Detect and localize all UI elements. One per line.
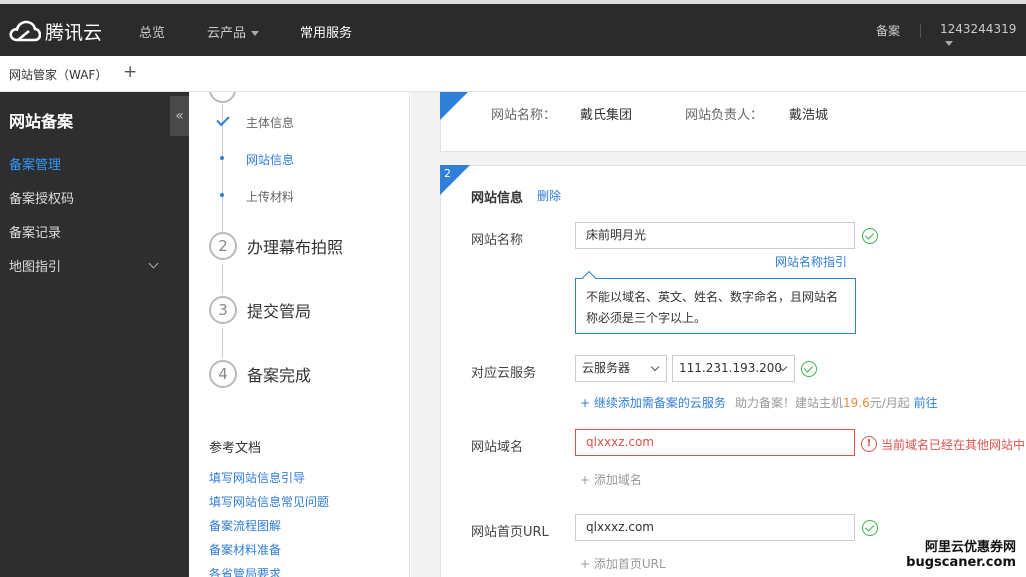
reference-docs-title: 参考文档	[209, 441, 262, 456]
substep-upload[interactable]: 上传材料	[246, 188, 294, 205]
step-number: 3	[209, 296, 237, 324]
step-submit: 3 提交管局	[209, 296, 311, 324]
account-id: 1243244319	[940, 22, 1017, 36]
check-circle-icon	[862, 520, 878, 536]
site-name-tooltip: 不能以域名、英文、姓名、数字命名，且网站名称必须是三个字以上。	[575, 270, 856, 334]
check-icon	[216, 112, 230, 127]
section-number: 2	[444, 167, 451, 180]
site-name-input[interactable]: 床前明月光	[575, 222, 855, 249]
add-cloud-service-link[interactable]: + 继续添加需备案的云服务	[580, 394, 726, 411]
sidebar: 网站备案 « 备案管理 备案授权码 备案记录 地图指引	[0, 92, 189, 577]
caret-down-icon	[251, 31, 260, 36]
watermark-line1: 阿里云优惠券网	[924, 540, 1016, 555]
main-content: 网站名称： 戴氏集团 网站负责人： 戴浩城 2 网站信息 删除 网站名称 床前明…	[411, 92, 1026, 577]
beian-link[interactable]: 备案	[876, 22, 900, 39]
chevron-down-icon[interactable]	[148, 258, 159, 269]
step-line	[222, 328, 223, 358]
section-corner	[440, 92, 470, 120]
check-circle-icon	[801, 361, 817, 377]
site-name-field-label: 网站名称	[471, 233, 524, 248]
step-label: 办理幕布拍照	[247, 238, 344, 257]
promo-go-link[interactable]: 前往	[914, 396, 938, 410]
divider	[920, 24, 921, 38]
sidebar-item-records[interactable]: 备案记录	[9, 222, 61, 241]
service-ip-select[interactable]: 111.231.193.200	[672, 355, 795, 382]
site-info-card: 2 网站信息 删除 网站名称 床前明月光 网站名称指引 不能以域名、英文、姓名、…	[440, 165, 1026, 577]
summary-card: 网站名称： 戴氏集团 网站负责人： 戴浩城	[440, 92, 1026, 152]
substep-site-info[interactable]: 网站信息	[246, 151, 294, 168]
ref-link[interactable]: 备案材料准备	[209, 541, 281, 558]
dot-icon	[220, 156, 224, 160]
homepage-url-input[interactable]: qlxxxz.com	[575, 514, 855, 541]
caret-down-icon	[945, 41, 953, 46]
site-name-value: 戴氏集团	[580, 108, 633, 123]
service-ip-value: 111.231.193.200	[679, 361, 783, 375]
cloud-logo-icon	[9, 20, 41, 42]
account-menu[interactable]: 1243244319	[940, 22, 1026, 50]
step-complete: 4 备案完成	[209, 360, 311, 388]
step-label: 提交管局	[247, 302, 312, 321]
promo-unit: 元/月起	[869, 396, 910, 410]
homepage-url-label: 网站首页URL	[471, 525, 549, 540]
service-type-value: 云服务器	[582, 361, 631, 375]
promo-hint: 助力备案！建站主机19.6元/月起 前往	[735, 394, 938, 411]
add-tab-button[interactable]: +	[123, 62, 137, 82]
domain-label: 网站域名	[471, 440, 524, 455]
tooltip-text: 不能以域名、英文、姓名、数字命名，且网站名称必须是三个字以上。	[586, 290, 839, 325]
domain-input[interactable]: qlxxxz.com	[575, 429, 855, 456]
watermark-line2: bugscaner.com	[906, 555, 1016, 570]
nav-common-services[interactable]: 常用服务	[300, 22, 352, 41]
ref-link[interactable]: 各省管局要求	[209, 565, 281, 577]
nav-products-label: 云产品	[207, 26, 247, 41]
nav-overview[interactable]: 总览	[139, 22, 165, 41]
warning-icon: !	[861, 436, 877, 452]
top-navbar: 腾讯云 总览 云产品 常用服务 备案 1243244319	[0, 0, 1026, 56]
step-label: 备案完成	[247, 366, 312, 385]
section-title: 网站信息	[471, 191, 524, 206]
ref-link[interactable]: 填写网站信息常见问题	[209, 493, 329, 510]
step-circle	[209, 92, 236, 103]
sidebar-item-map-guide[interactable]: 地图指引	[9, 256, 61, 275]
ref-link[interactable]: 填写网站信息引导	[209, 469, 305, 486]
promo-price: 19.6	[843, 396, 870, 410]
brand-name: 腾讯云	[45, 21, 103, 44]
step-line	[222, 264, 223, 294]
service-type-select[interactable]: 云服务器	[575, 355, 667, 382]
chevron-down-icon	[650, 362, 660, 372]
cloud-service-label: 对应云服务	[471, 366, 537, 381]
sidebar-title: 网站备案	[9, 112, 74, 131]
site-name-label: 网站名称：	[491, 108, 557, 123]
collapse-sidebar-button[interactable]: «	[170, 96, 189, 136]
check-circle-icon	[862, 228, 878, 244]
watermark: 阿里云优惠券网 bugscaner.com	[906, 540, 1016, 570]
owner-value: 戴浩城	[789, 108, 829, 123]
progress-steps: 主体信息 网站信息 上传材料 2 办理幕布拍照 3 提交管局 4 备案完成 参考…	[189, 92, 410, 577]
step-photo: 2 办理幕布拍照	[209, 232, 343, 260]
ref-link[interactable]: 备案流程图解	[209, 517, 281, 534]
delete-link[interactable]: 删除	[537, 187, 561, 204]
tooltip-arrow	[581, 270, 597, 286]
sidebar-item-auth-code[interactable]: 备案授权码	[9, 188, 74, 207]
site-name-guide-link[interactable]: 网站名称指引	[775, 253, 847, 270]
substep-subject-info[interactable]: 主体信息	[246, 114, 294, 131]
sidebar-item-beian-management[interactable]: 备案管理	[9, 154, 61, 173]
domain-error-text: 当前域名已经在其他网站中	[881, 438, 1026, 452]
dot-icon	[220, 193, 224, 197]
step-number: 2	[209, 232, 237, 260]
tab-waf[interactable]: 网站管家（WAF）	[9, 66, 107, 83]
owner-label: 网站负责人：	[685, 108, 764, 123]
tab-bar: 网站管家（WAF） +	[0, 56, 1026, 92]
add-homepage-link[interactable]: + 添加首页URL	[580, 555, 666, 572]
nav-products[interactable]: 云产品	[207, 22, 260, 41]
brand-logo[interactable]: 腾讯云	[9, 16, 102, 46]
promo-text: 助力备案！建站主机	[735, 396, 844, 410]
step-number: 4	[209, 360, 237, 388]
add-domain-link[interactable]: + 添加域名	[580, 471, 642, 488]
